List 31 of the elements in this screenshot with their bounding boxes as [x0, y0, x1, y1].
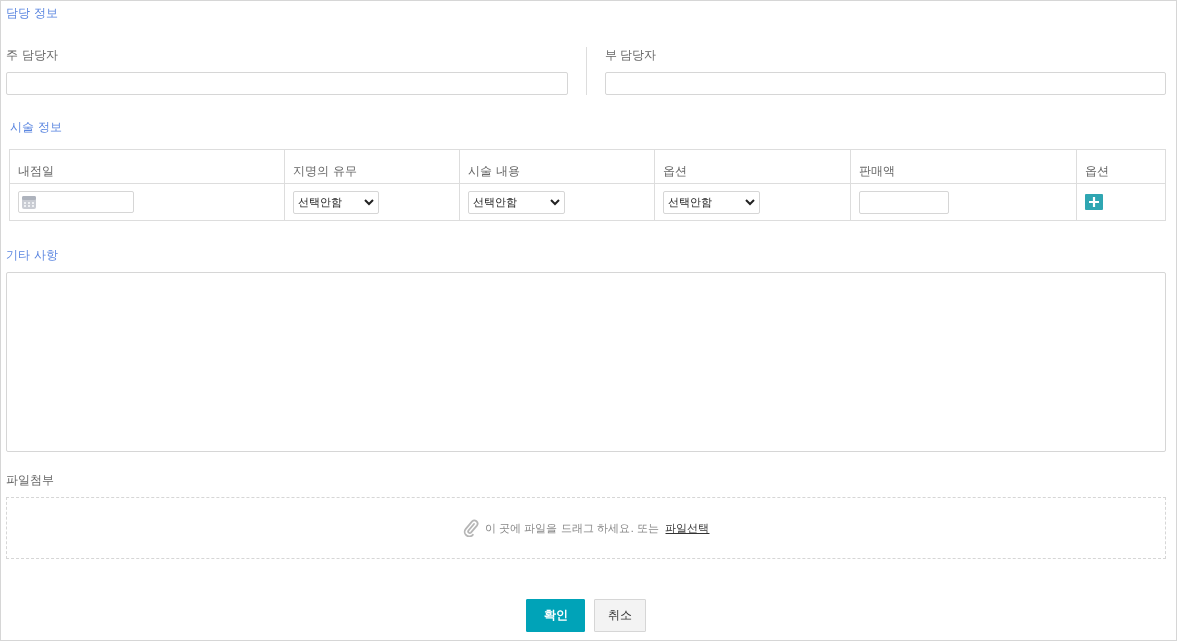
select-field[interactable]: 선택안함: [292, 190, 379, 214]
cancel-button[interactable]: 취소: [594, 599, 646, 632]
input-field[interactable]: [859, 190, 950, 214]
add-button[interactable]: [1085, 194, 1104, 210]
column-header: 지명의 유무: [284, 149, 460, 184]
date-field[interactable]: [18, 191, 134, 213]
plus-icon: [1089, 197, 1100, 207]
column-header: 내점일: [9, 149, 285, 184]
section-title: 담당 정보: [6, 5, 59, 21]
input-field[interactable]: [604, 72, 1166, 95]
file-drop-zone[interactable]: 이 곳에 파일을 드래그 하세요. 또는 파일선택: [6, 497, 1166, 559]
select-field[interactable]: 선택안함: [468, 190, 566, 214]
field-label: 부 담당자: [604, 47, 658, 63]
chevron-down-icon: [363, 198, 374, 206]
column-header: 판매액: [850, 149, 1077, 184]
column-header: 옵션: [654, 149, 851, 184]
notes-field[interactable]: [6, 272, 1166, 452]
file-select-link[interactable]: 파일선택: [665, 520, 710, 536]
select-field[interactable]: 선택안함: [662, 190, 760, 214]
drop-hint: 이 곳에 파일을 드래그 하세요. 또는: [484, 520, 660, 536]
calendar-icon: [21, 194, 37, 210]
section-title: 시술 정보: [9, 119, 63, 135]
field-label: 파일첨부: [6, 472, 55, 488]
paperclip-icon: [462, 519, 479, 537]
field-label: 주 담당자: [6, 47, 59, 63]
chevron-down-icon: [744, 198, 755, 206]
column-header: 시술 내용: [459, 149, 655, 184]
input-field[interactable]: [6, 72, 568, 95]
column-header: 옵션: [1076, 149, 1166, 184]
section-title: 기타 사항: [6, 247, 59, 263]
chevron-down-icon: [550, 198, 561, 206]
